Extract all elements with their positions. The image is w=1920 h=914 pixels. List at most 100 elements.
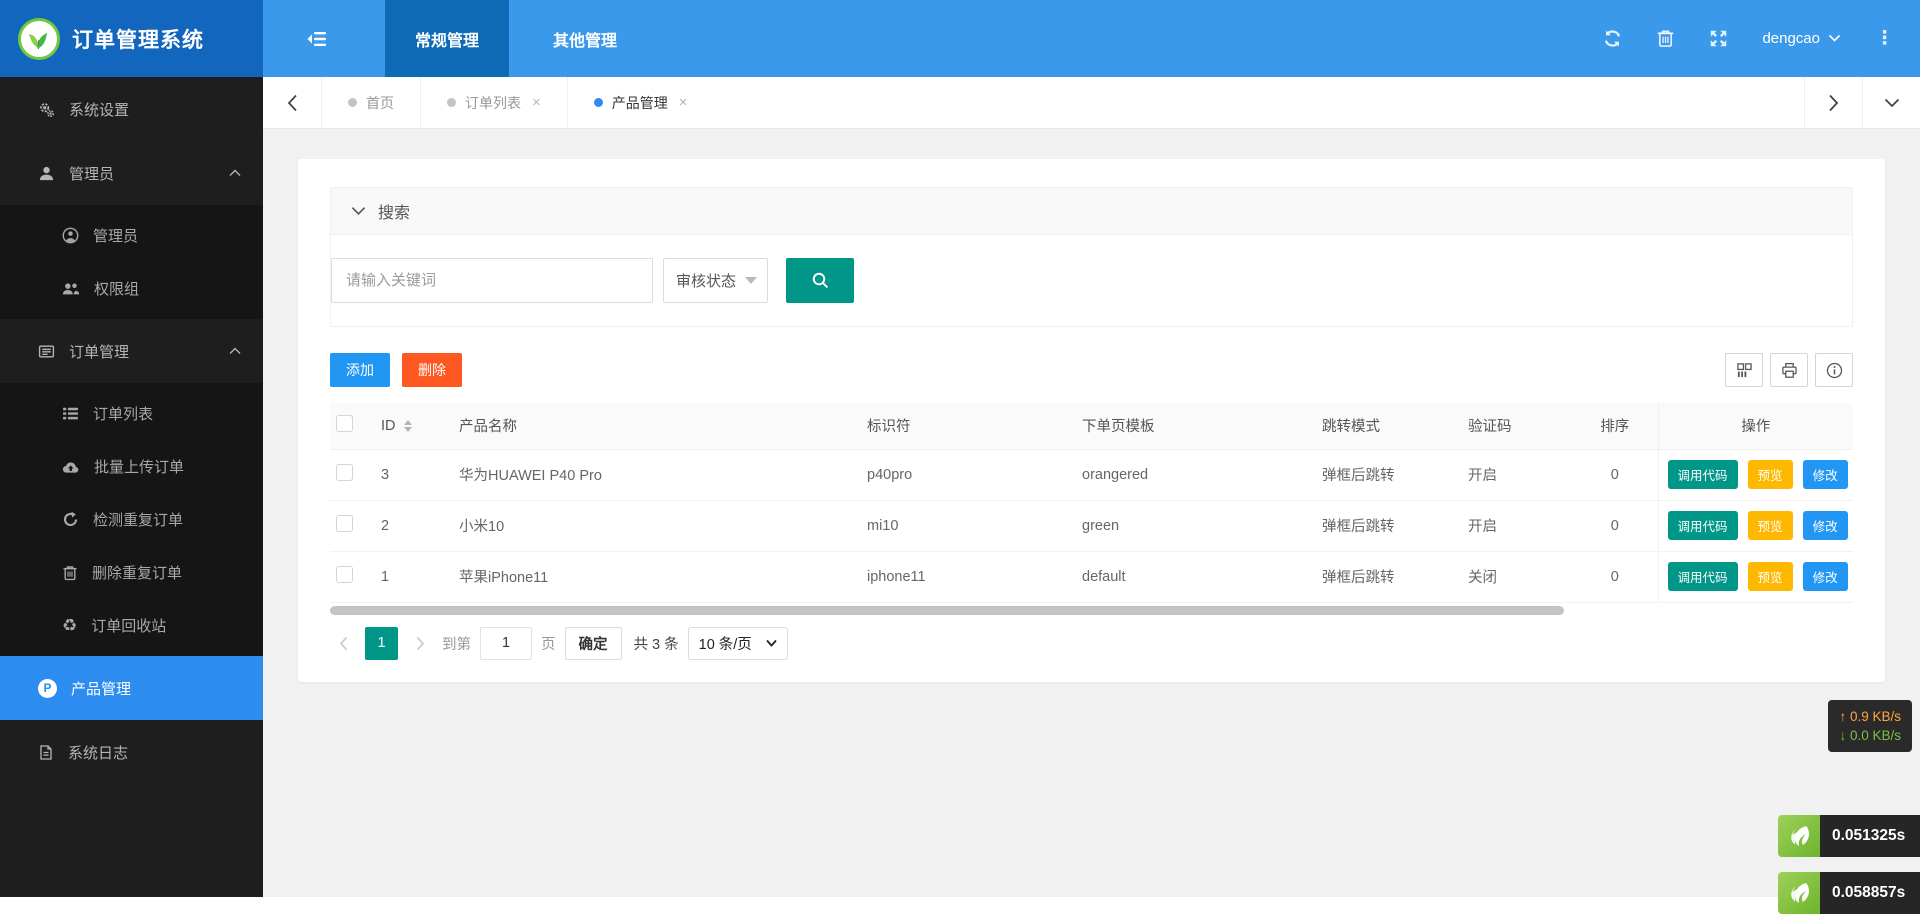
sidebar-submenu-orders: 订单列表 批量上传订单 检测重复订单 [0, 383, 263, 656]
tab-dot [447, 98, 456, 107]
header-actions: 操作 [1658, 403, 1853, 449]
cell-id: 3 [375, 449, 453, 500]
tabbar-spacer [714, 77, 1804, 128]
call-code-button[interactable]: 调用代码 [1668, 460, 1738, 489]
header-id[interactable]: ID [375, 403, 453, 449]
goto-confirm-button[interactable]: 确定 [565, 627, 622, 660]
toggle-columns-button[interactable] [1725, 353, 1763, 387]
nav-item-other[interactable]: 其他管理 [523, 0, 647, 77]
horizontal-scrollbar[interactable] [330, 606, 1853, 615]
cell-template: green [1076, 500, 1316, 551]
sidebar-item-admin[interactable]: 管理员 [0, 209, 263, 262]
add-button[interactable]: 添加 [330, 353, 390, 387]
row-checkbox[interactable] [336, 515, 353, 532]
call-code-button[interactable]: 调用代码 [1668, 562, 1738, 591]
sidebar-item-order-recycle[interactable]: ♻ 订单回收站 [0, 599, 263, 652]
goto-page-input[interactable] [480, 627, 532, 660]
main-area: 首页 订单列表 × 产品管理 × [263, 77, 1920, 914]
search-collapse-header[interactable]: 搜索 [331, 188, 1852, 235]
cell-actions: 调用代码 预览 修改 [1658, 500, 1853, 551]
cell-template: default [1076, 551, 1316, 602]
cell-actions: 调用代码 预览 修改 [1658, 551, 1853, 602]
delete-button[interactable]: 删除 [402, 353, 462, 387]
sidebar-item-system-log[interactable]: 系统日志 [0, 720, 263, 784]
sidebar-item-label: 管理员 [93, 225, 241, 246]
table-row: 1 苹果iPhone11 iphone11 default 弹框后跳转 关闭 0… [330, 551, 1853, 602]
edit-button[interactable]: 修改 [1803, 562, 1848, 591]
total-count-label: 共 3 条 [634, 633, 679, 654]
search-button[interactable] [786, 258, 854, 303]
next-page-button[interactable] [407, 636, 433, 651]
tabs-scroll-left-button[interactable] [263, 77, 321, 128]
cell-template: orangered [1076, 449, 1316, 500]
sidebar-group-admin[interactable]: 管理员 [0, 141, 263, 205]
list-icon [62, 405, 79, 423]
timing-badge-2[interactable]: 0.058857s [1778, 872, 1920, 914]
timing-badge-1[interactable]: 0.051325s [1778, 815, 1920, 857]
sidebar-item-label: 检测重复订单 [93, 509, 241, 530]
scrollbar-thumb[interactable] [330, 606, 1564, 615]
sidebar-item-label: 订单列表 [93, 403, 241, 424]
fullscreen-icon[interactable] [1709, 29, 1728, 48]
per-page-select[interactable]: 10 条/页 [688, 627, 788, 660]
tabs-scroll-right-button[interactable] [1804, 77, 1862, 128]
cell-jump-mode: 弹框后跳转 [1316, 551, 1462, 602]
search-panel-title: 搜索 [378, 199, 410, 223]
cell-actions: 调用代码 预览 修改 [1658, 449, 1853, 500]
tab-close-icon[interactable]: × [679, 94, 688, 111]
tab-close-icon[interactable]: × [532, 94, 541, 111]
sidebar-item-batch-upload[interactable]: 批量上传订单 [0, 440, 263, 493]
sidebar-collapse-button[interactable] [263, 0, 371, 77]
sidebar-item-system-settings[interactable]: 系统设置 [0, 77, 263, 141]
sidebar-item-label: 系统日志 [68, 742, 241, 763]
select-all-checkbox[interactable] [336, 415, 353, 432]
nav-right-group: dengcao ⋮ [1603, 0, 1920, 77]
product-p-icon: P [38, 679, 57, 698]
sidebar-group-orders[interactable]: 订单管理 [0, 319, 263, 383]
thinkphp-flame-icon [1778, 815, 1820, 857]
user-menu[interactable]: dengcao [1762, 30, 1841, 47]
chevron-down-icon [351, 206, 366, 216]
timing-value: 0.051325s [1820, 815, 1920, 857]
trash-icon[interactable] [1656, 29, 1675, 48]
cell-id: 2 [375, 500, 453, 551]
edit-button[interactable]: 修改 [1803, 511, 1848, 540]
row-checkbox[interactable] [336, 566, 353, 583]
call-code-button[interactable]: 调用代码 [1668, 511, 1738, 540]
print-button[interactable] [1770, 353, 1808, 387]
audit-status-select[interactable]: 审核状态 [663, 258, 768, 303]
preview-button[interactable]: 预览 [1748, 460, 1793, 489]
sidebar-item-label: 批量上传订单 [94, 456, 241, 477]
tab-product-management[interactable]: 产品管理 × [567, 77, 714, 128]
product-card: 搜索 审核状态 [298, 159, 1885, 682]
tabs-dropdown-button[interactable] [1862, 77, 1920, 128]
sidebar-item-permission-groups[interactable]: 权限组 [0, 262, 263, 315]
prev-page-button[interactable] [330, 636, 356, 651]
keyword-input[interactable] [331, 258, 653, 303]
nav-item-general[interactable]: 常规管理 [385, 0, 509, 77]
sidebar-item-product-management[interactable]: P 产品管理 [0, 656, 263, 720]
sidebar-item-check-duplicates[interactable]: 检测重复订单 [0, 493, 263, 546]
sidebar-submenu-admin: 管理员 权限组 [0, 205, 263, 319]
cell-jump-mode: 弹框后跳转 [1316, 449, 1462, 500]
header-sort: 排序 [1572, 403, 1658, 449]
edit-button[interactable]: 修改 [1803, 460, 1848, 489]
kebab-menu-icon[interactable]: ⋮ [1875, 27, 1894, 50]
current-page[interactable]: 1 [365, 627, 398, 660]
caret-down-icon [766, 639, 777, 647]
cell-jump-mode: 弹框后跳转 [1316, 500, 1462, 551]
preview-button[interactable]: 预览 [1748, 562, 1793, 591]
tab-home[interactable]: 首页 [321, 77, 420, 128]
rotate-icon [62, 511, 79, 529]
row-checkbox[interactable] [336, 464, 353, 481]
preview-button[interactable]: 预览 [1748, 511, 1793, 540]
refresh-icon[interactable] [1603, 29, 1622, 48]
sidebar-item-order-list[interactable]: 订单列表 [0, 387, 263, 440]
tab-order-list[interactable]: 订单列表 × [420, 77, 567, 128]
cell-product-name: 小米10 [453, 500, 861, 551]
chevron-down-icon [1828, 34, 1841, 43]
download-speed: ↓ 0.0 KB/s [1839, 726, 1901, 745]
app-title: 订单管理系统 [72, 24, 204, 54]
sidebar-item-delete-duplicates[interactable]: 删除重复订单 [0, 546, 263, 599]
info-button[interactable] [1815, 353, 1853, 387]
